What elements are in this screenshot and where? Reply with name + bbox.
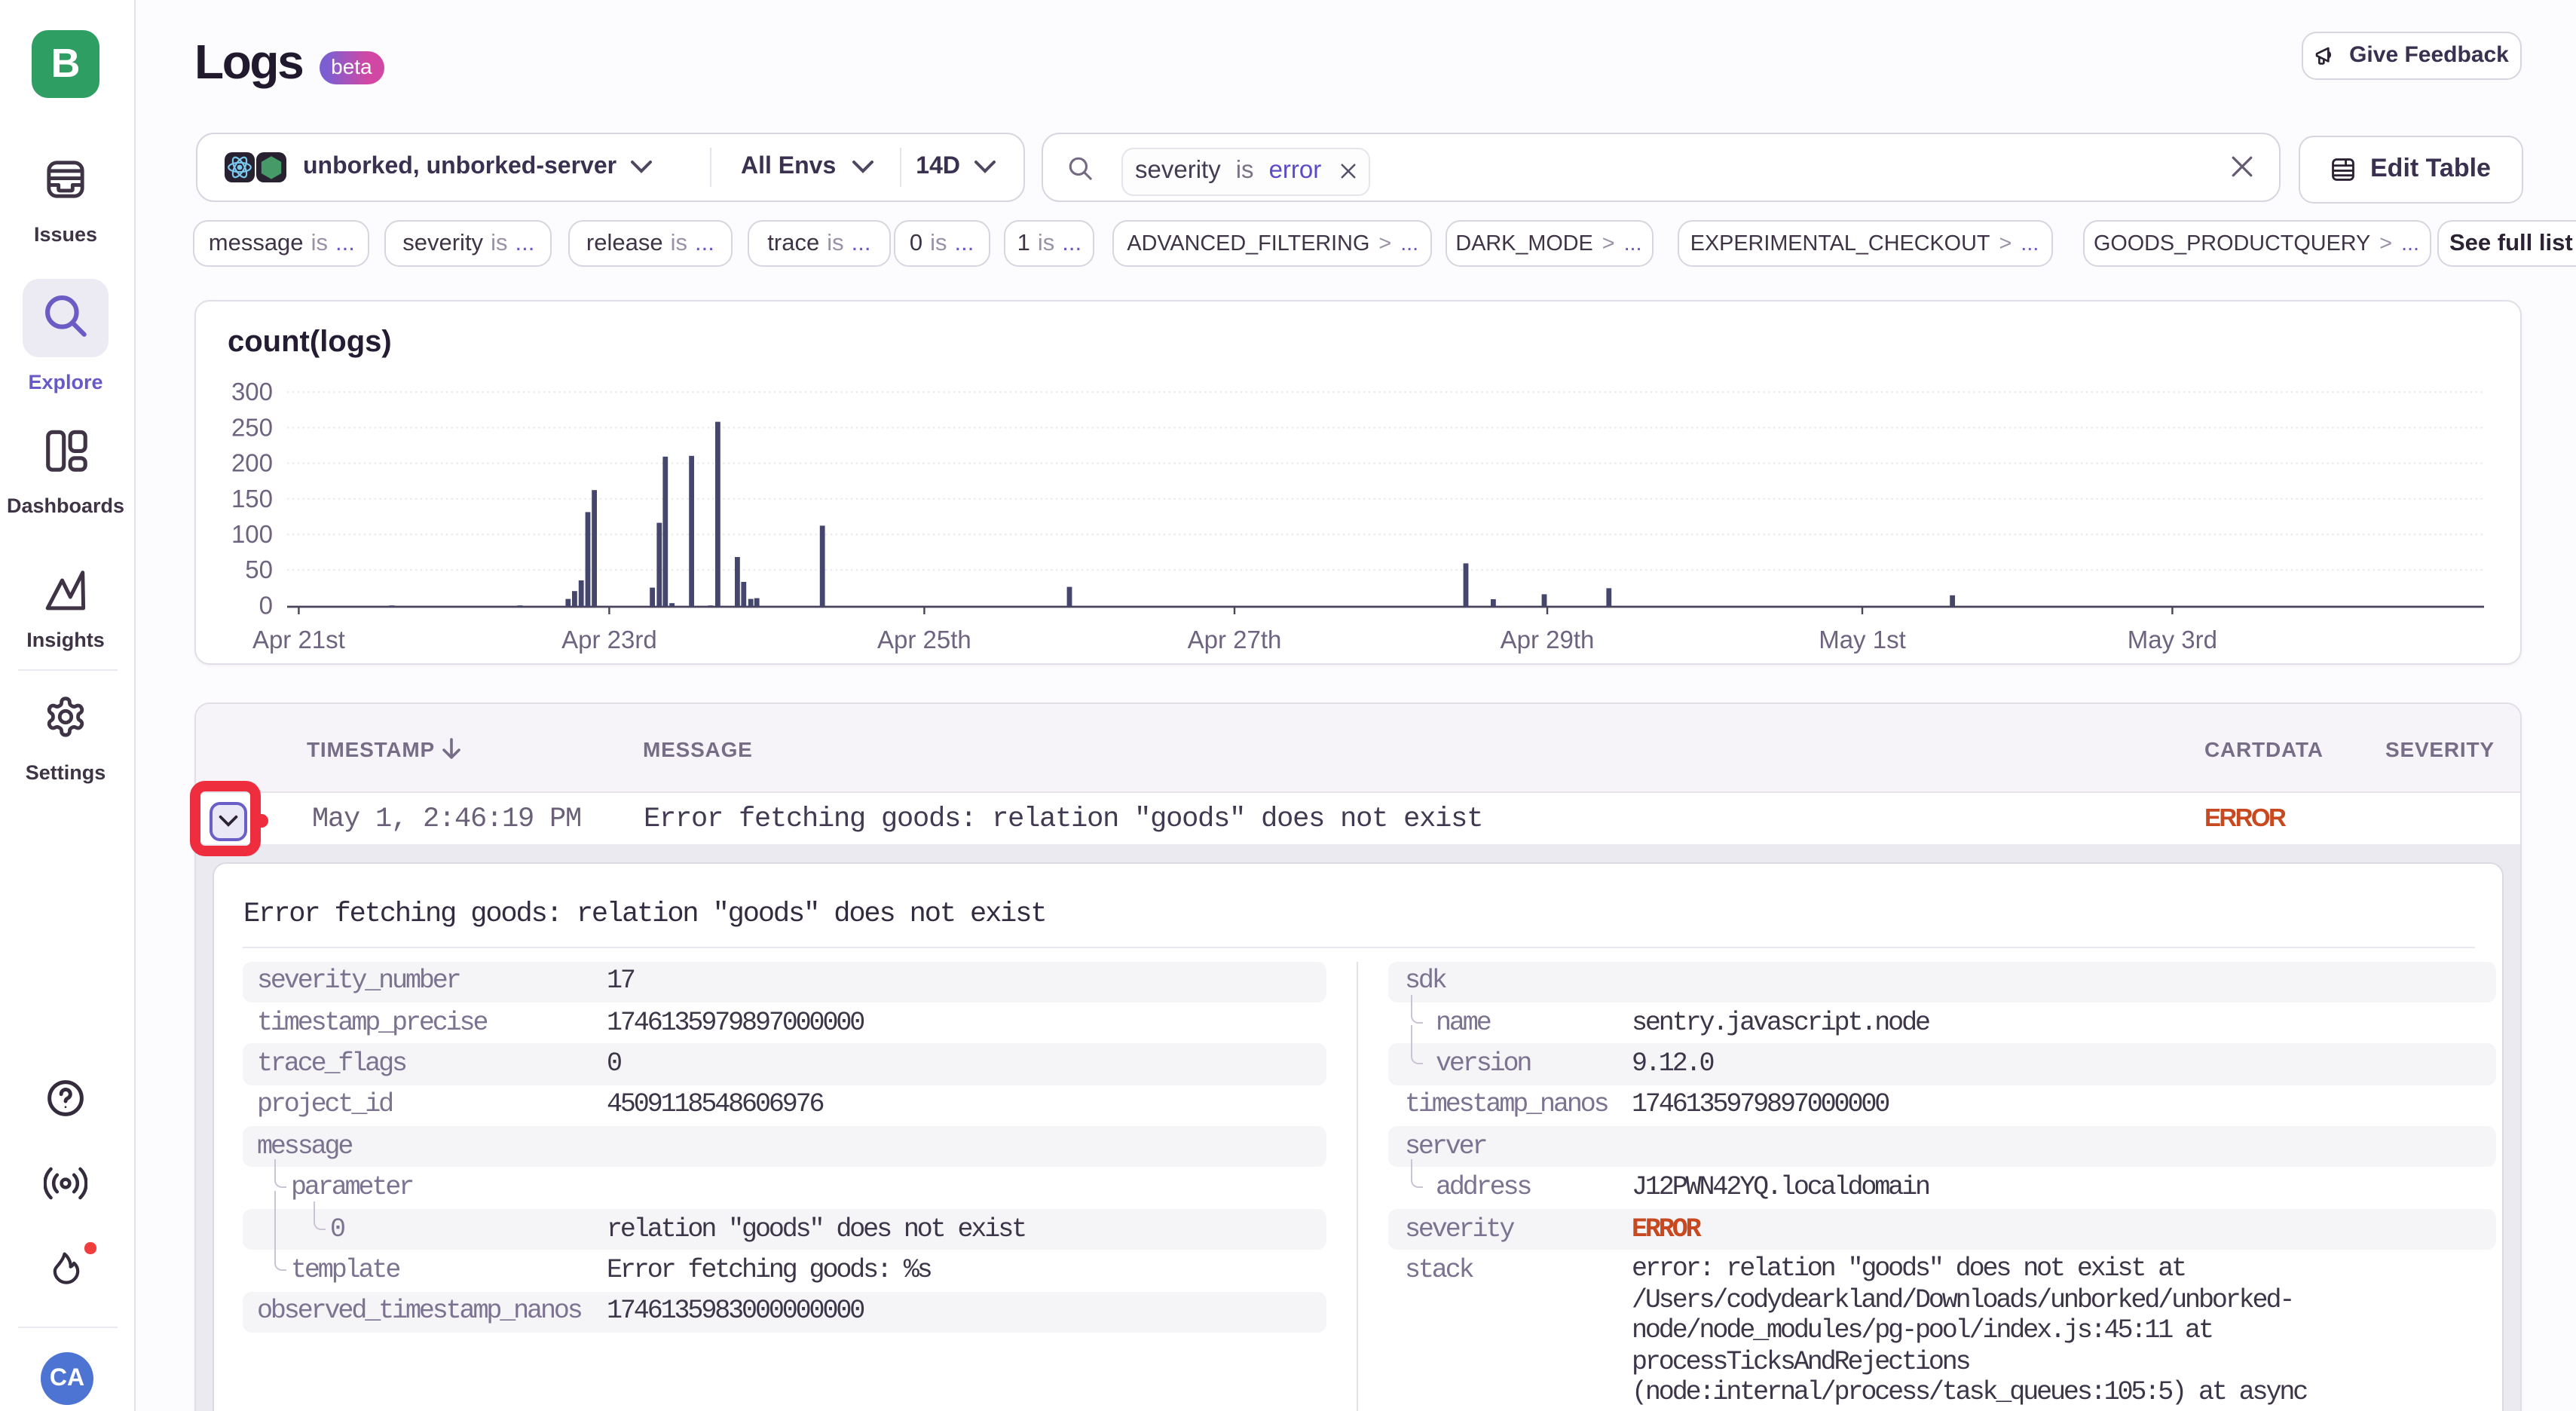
svg-text:150: 150 <box>231 485 272 513</box>
svg-text:0: 0 <box>259 591 272 619</box>
svg-text:250: 250 <box>231 413 272 441</box>
svg-text:May 1st: May 1st <box>1818 626 1905 653</box>
svg-text:Apr 25th: Apr 25th <box>877 626 971 653</box>
svg-text:Apr 27th: Apr 27th <box>1187 626 1281 653</box>
svg-text:May 3rd: May 3rd <box>2127 626 2217 653</box>
svg-text:300: 300 <box>231 378 272 406</box>
svg-text:100: 100 <box>231 520 272 548</box>
svg-text:Apr 29th: Apr 29th <box>1500 626 1594 653</box>
svg-text:Apr 21st: Apr 21st <box>252 626 344 653</box>
svg-text:Apr 23rd: Apr 23rd <box>561 626 656 653</box>
svg-text:200: 200 <box>231 449 272 477</box>
svg-text:50: 50 <box>244 556 272 583</box>
